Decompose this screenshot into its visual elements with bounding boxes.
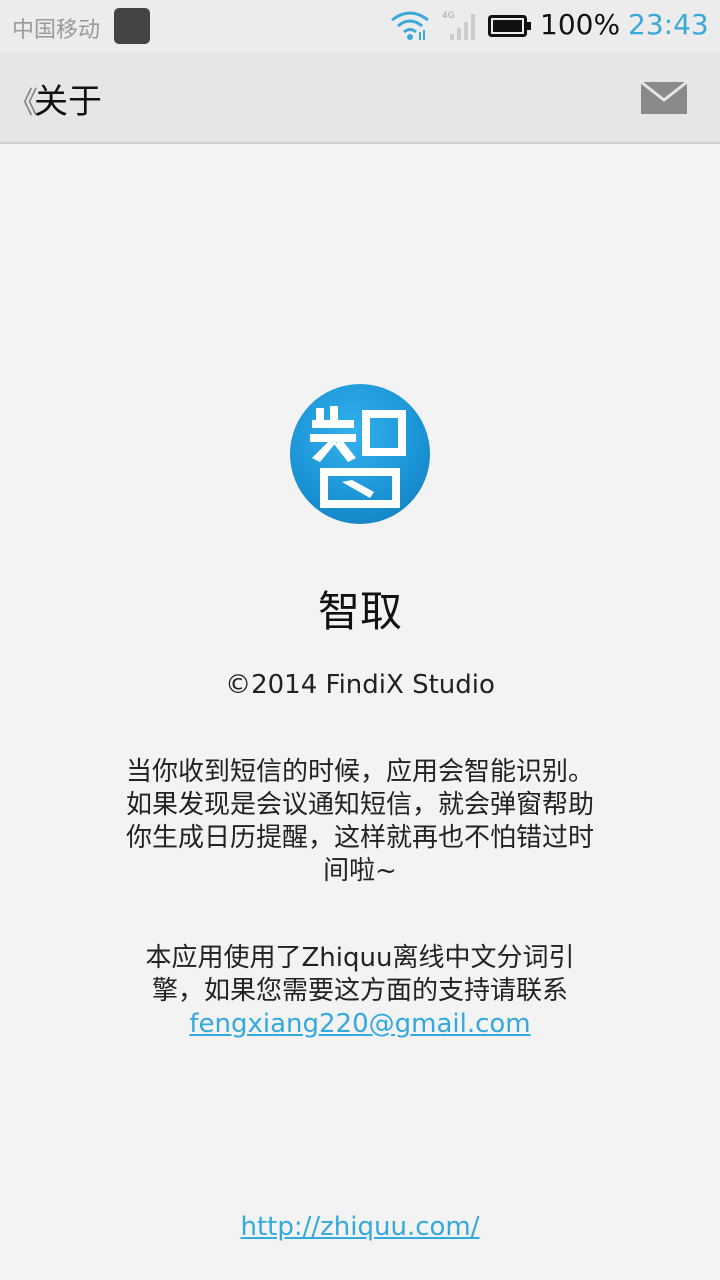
wifi-icon — [391, 11, 429, 40]
app-description: 当你收到短信的时候，应用会智能识别。如果发现是会议通知短信，就会弹窗帮助你生成日… — [125, 757, 594, 886]
signal-icon: 4G — [442, 11, 475, 40]
about-content: 智取 ©2014 FindiX Studio 当你收到短信的时候，应用会智能识别… — [0, 146, 720, 1280]
app-logo — [290, 384, 430, 524]
website-link[interactable]: http://zhiquu.com/ — [0, 1212, 720, 1242]
action-bar: 《 关于 — [0, 52, 720, 144]
page-title[interactable]: 关于 — [34, 74, 102, 123]
battery-icon — [488, 15, 531, 37]
app-name: 智取 — [317, 587, 402, 636]
mail-icon[interactable] — [640, 80, 688, 116]
battery-percentage: 100% — [540, 8, 621, 41]
network-type-label: 4G — [442, 11, 455, 21]
carrier-label: 中国移动 — [12, 18, 101, 43]
app-logo-glyph — [310, 406, 406, 508]
engine-note-text: 本应用使用了Zhiquu离线中文分词引擎，如果您需要这方面的支持请联系 — [145, 943, 575, 1006]
notification-icon — [114, 8, 150, 44]
contact-email-link[interactable]: fengxiang220@gmail.com — [120, 1008, 600, 1041]
clock: 23:43 — [628, 8, 709, 41]
status-bar: 中国移动 4G 100% 23:43 — [0, 0, 720, 52]
engine-note: 本应用使用了Zhiquu离线中文分词引擎，如果您需要这方面的支持请联系 feng… — [120, 942, 600, 1041]
copyright-text: ©2014 FindiX Studio — [225, 670, 495, 700]
